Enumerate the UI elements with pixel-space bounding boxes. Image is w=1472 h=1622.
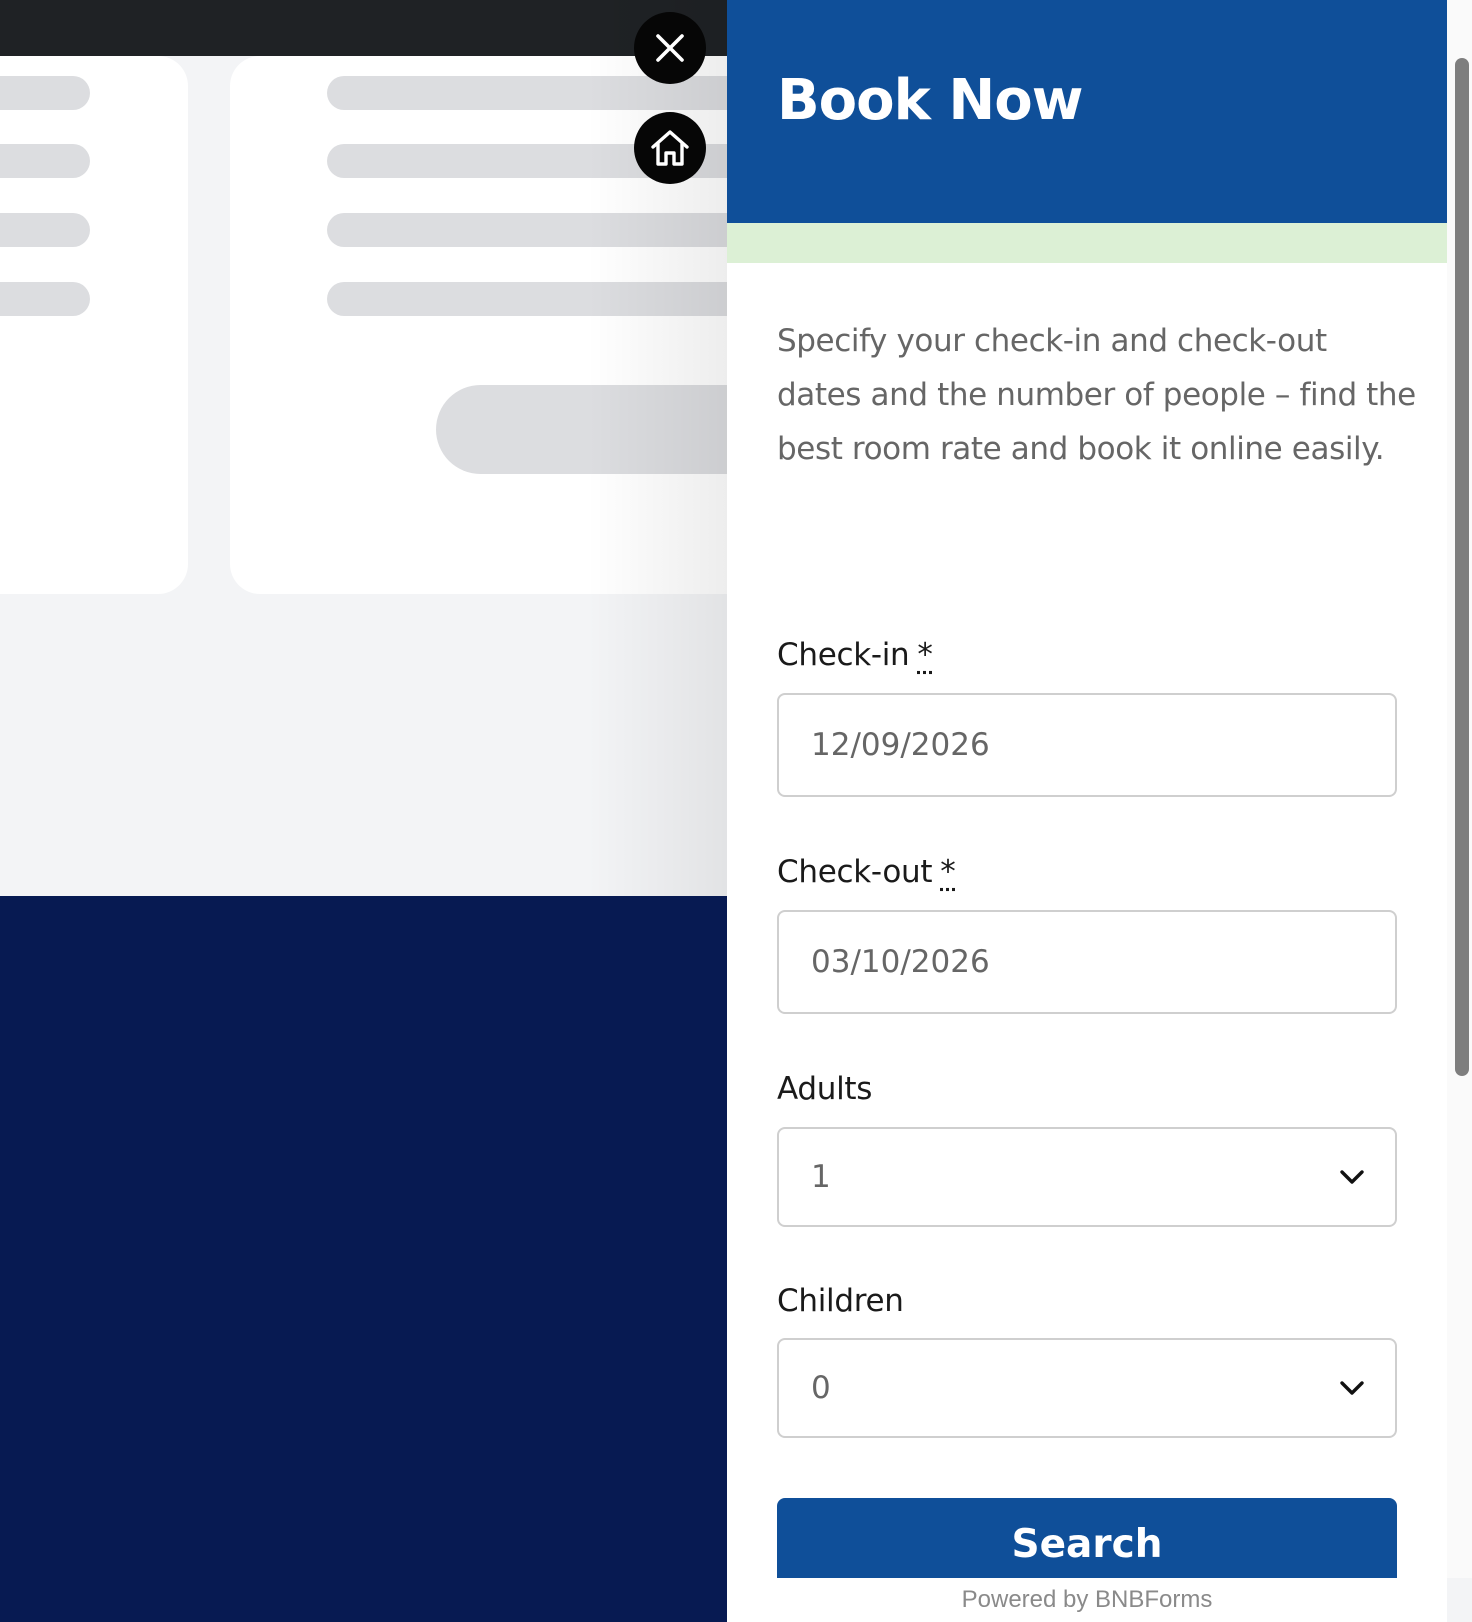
home-button[interactable] — [634, 112, 706, 184]
close-button[interactable] — [634, 12, 706, 84]
scrollbar-thumb[interactable] — [1455, 58, 1469, 1076]
intro-text: Specify your check-in and check-out date… — [777, 323, 1416, 467]
chevron-down-icon — [1340, 1381, 1364, 1395]
background-card — [0, 56, 188, 594]
page-title: Book Now — [777, 68, 1083, 133]
checkin-label: Check-in * — [777, 637, 933, 673]
booking-panel: Book Now Specify your check-in and check… — [727, 0, 1447, 1578]
accent-strip — [727, 223, 1447, 263]
background-page — [0, 0, 727, 1622]
close-icon — [656, 34, 684, 62]
chevron-down-icon — [1340, 1170, 1364, 1184]
search-button[interactable]: Search — [777, 1498, 1397, 1578]
children-value: 0 — [811, 1370, 831, 1406]
powered-by-text: Powered by BNBForms — [727, 1578, 1447, 1622]
home-icon — [651, 130, 689, 166]
adults-label: Adults — [777, 1071, 873, 1107]
checkout-value: 03/10/2026 — [811, 944, 990, 980]
checkin-value: 12/09/2026 — [811, 727, 990, 763]
adults-value: 1 — [811, 1159, 831, 1195]
checkout-label: Check-out * — [777, 854, 956, 890]
adults-select[interactable]: 1 — [777, 1127, 1397, 1227]
required-marker: * — [917, 637, 933, 673]
checkout-field[interactable]: 03/10/2026 — [777, 910, 1397, 1014]
children-label: Children — [777, 1283, 904, 1319]
children-select[interactable]: 0 — [777, 1338, 1397, 1438]
checkin-field[interactable]: 12/09/2026 — [777, 693, 1397, 797]
skeleton-line — [0, 282, 90, 316]
panel-header: Book Now — [727, 0, 1447, 223]
required-marker: * — [940, 854, 956, 890]
checkout-label-text: Check-out — [777, 854, 933, 890]
background-footer — [0, 896, 727, 1622]
skeleton-line — [0, 213, 90, 247]
checkin-label-text: Check-in — [777, 637, 910, 673]
skeleton-line — [0, 144, 90, 178]
skeleton-line — [0, 76, 90, 110]
